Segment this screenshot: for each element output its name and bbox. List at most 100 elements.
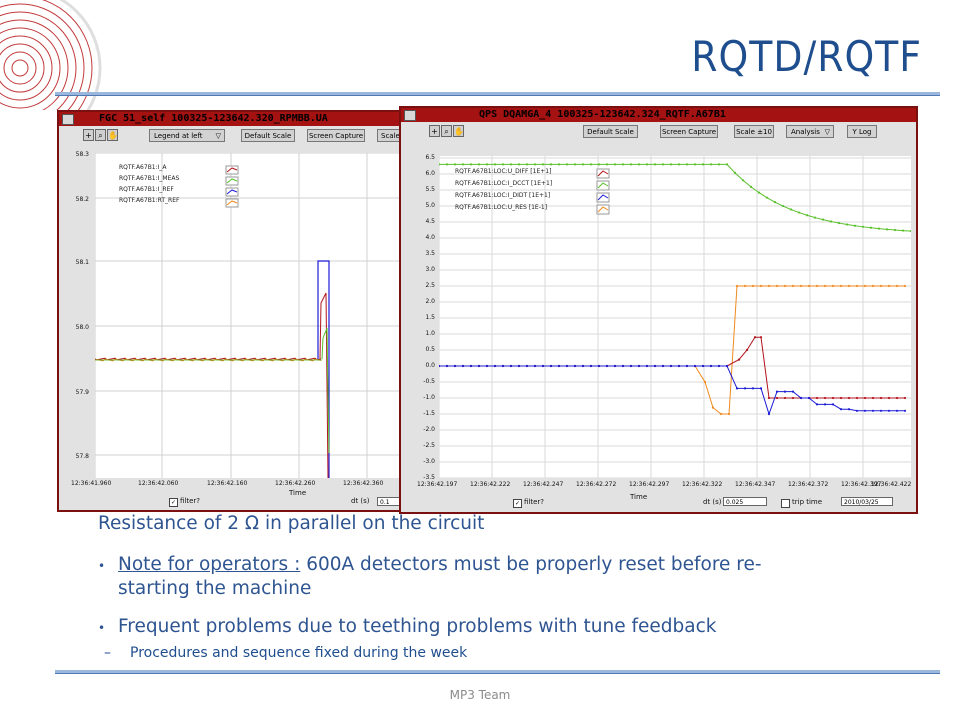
qps-plot-area[interactable]: RQTF.A67B1:LOC:U_DIFF [1E+1] RQTF.A67B1:…	[439, 156, 911, 478]
trace-i-dcct-point	[773, 201, 777, 204]
trace-i-dcct-point	[693, 163, 697, 166]
trace-u-diff-point	[823, 396, 827, 400]
trace-u-diff-point	[759, 336, 763, 339]
date-field[interactable]: 2010/03/25	[841, 497, 893, 506]
trace-i-dcct-point	[549, 163, 553, 166]
trace-i-dcct-point	[765, 196, 769, 199]
trace-i-dcct-point	[861, 225, 865, 228]
trace-i-didt-point	[621, 364, 625, 368]
trace-i-didt-point	[597, 364, 601, 368]
screen-capture-button[interactable]: Screen Capture	[660, 125, 718, 138]
trace-u-res-point	[895, 284, 899, 288]
fgc-window-title: FGC 51_self 100325-123642.320_RPMBB.UA	[99, 113, 328, 124]
trace-i-dcct-point	[589, 163, 593, 166]
trace-i-dcct-point	[733, 171, 737, 174]
trace-i-didt-point	[445, 364, 449, 368]
trace-i-dcct-point	[853, 224, 857, 227]
analysis-select[interactable]: Analysis ▽	[786, 125, 834, 138]
trace-i-didt-point	[783, 390, 787, 393]
hand-icon[interactable]: ✋	[107, 129, 118, 141]
scale-pm10-button[interactable]: Scale ±10	[734, 125, 774, 138]
slide-title: RQTD/RQTF	[691, 32, 922, 81]
trace-i-dcct-point	[525, 163, 529, 166]
trace-i-dcct-point	[565, 163, 569, 166]
screen-capture-button[interactable]: Screen Capture	[307, 129, 365, 142]
trace-i-didt-point	[557, 364, 561, 368]
trace-i-didt-point	[509, 364, 513, 368]
trace-i-didt-point	[807, 396, 811, 400]
zoom-icon[interactable]: ⌕	[441, 125, 452, 137]
trace-i-dcct-point	[813, 216, 817, 219]
trace-u-res-point	[783, 284, 787, 288]
trace-u-res-point	[799, 284, 803, 288]
hand-icon[interactable]: ✋	[453, 125, 464, 137]
y-tick-label: 6.0	[425, 170, 435, 177]
legend-entry: RQTF.A67B1:LOC:I_DCCT [1E+1]	[455, 180, 553, 187]
window-menu-button[interactable]	[62, 114, 74, 125]
fgc-plot-area[interactable]: RQTF.A67B1:I_A RQTF.A67B1:I_MEAS RQTF.A6…	[95, 153, 406, 478]
trace-i-didt-point	[735, 387, 739, 390]
trace-i-dcct-point	[757, 191, 761, 194]
trace-i-didt-point	[823, 403, 827, 406]
trace-i-dcct-point	[877, 227, 881, 230]
y-tick-label: 0.5	[425, 346, 435, 353]
trace-i-didt	[439, 365, 905, 416]
trace-u-diff-point	[791, 396, 795, 400]
y-tick-label: -1.5	[423, 410, 435, 417]
trace-u-res-point	[831, 284, 835, 288]
filter-checkbox[interactable]: ✓	[169, 498, 178, 507]
trace-i-dcct-point	[557, 163, 561, 166]
window-menu-button[interactable]	[404, 110, 416, 121]
trace-i-dcct-point	[701, 163, 705, 166]
trace-u-res-point	[719, 412, 723, 416]
qps-toolbar: + ⌕ ✋ Default Scale Screen Capture Scale…	[401, 123, 916, 141]
trace-i-dcct-point	[509, 163, 513, 166]
bullet-tune-feedback: Frequent problems due to teething proble…	[118, 616, 717, 637]
zoom-icon[interactable]: ⌕	[95, 129, 106, 141]
trace-i-didt-point	[677, 364, 681, 368]
fgc-legend: RQTF.A67B1:I_A RQTF.A67B1:I_MEAS RQTF.A6…	[119, 164, 223, 208]
trace-u-diff-point	[879, 396, 883, 400]
trace-u-diff-point	[863, 396, 867, 400]
trace-i-didt-point	[847, 408, 851, 411]
trace-u-diff-point	[847, 396, 851, 400]
trace-i-dcct-point	[485, 163, 489, 166]
trace-i-dcct-point	[501, 163, 505, 166]
crosshair-icon[interactable]: +	[429, 125, 440, 137]
dt-label: dt (s)	[703, 498, 722, 506]
y-log-button[interactable]: Y Log	[847, 125, 877, 138]
dt-input[interactable]: 0.025	[723, 497, 767, 506]
legend-entry: RQTF.A67B1:LOC:U_RES [1E-1]	[455, 204, 548, 211]
legend-position-select[interactable]: Legend at left ▽	[149, 129, 225, 142]
fgc-toolbar: + ⌕ ✋ Legend at left ▽ Default Scale Scr…	[59, 127, 406, 145]
trace-i-dcct-point	[885, 228, 889, 231]
trip-time-checkbox[interactable]	[781, 499, 790, 508]
trace-u-res-point	[703, 380, 707, 384]
y-tick-label: -3.0	[423, 458, 435, 465]
fgc-titlebar: FGC 51_self 100325-123642.320_RPMBB.UA	[59, 112, 406, 126]
trace-i-didt-point	[589, 364, 593, 368]
trace-u-diff-point	[775, 396, 779, 400]
trace-i-didt-point	[525, 364, 529, 368]
trace-u-diff-point	[895, 396, 899, 400]
intro-text: Resistance of 2 Ω in parallel on the cir…	[98, 513, 485, 534]
y-tick-label: 2.5	[425, 282, 435, 289]
trace-i-dcct-point	[597, 163, 601, 166]
trace-i-didt-point	[775, 390, 779, 393]
trace-i-didt-point	[751, 387, 755, 390]
trace-i-didt-point	[701, 364, 705, 368]
filter-checkbox[interactable]: ✓	[513, 499, 522, 508]
trace-u-diff-point	[855, 396, 859, 400]
trace-u-res-point	[815, 284, 819, 288]
default-scale-button[interactable]: Default Scale	[241, 129, 295, 142]
trace-u-res-point	[735, 284, 739, 288]
trace-i-dcct-point	[821, 218, 825, 221]
trace-i-dcct-point	[909, 229, 911, 233]
trace-i-didt-point	[629, 364, 633, 368]
default-scale-button[interactable]: Default Scale	[583, 125, 638, 138]
crosshair-icon[interactable]: +	[83, 129, 94, 141]
trace-i-dcct-point	[901, 229, 905, 232]
trace-i-didt-point	[903, 409, 907, 412]
x-axis-label: Time	[289, 489, 307, 497]
y-tick-label: -2.5	[423, 442, 435, 449]
